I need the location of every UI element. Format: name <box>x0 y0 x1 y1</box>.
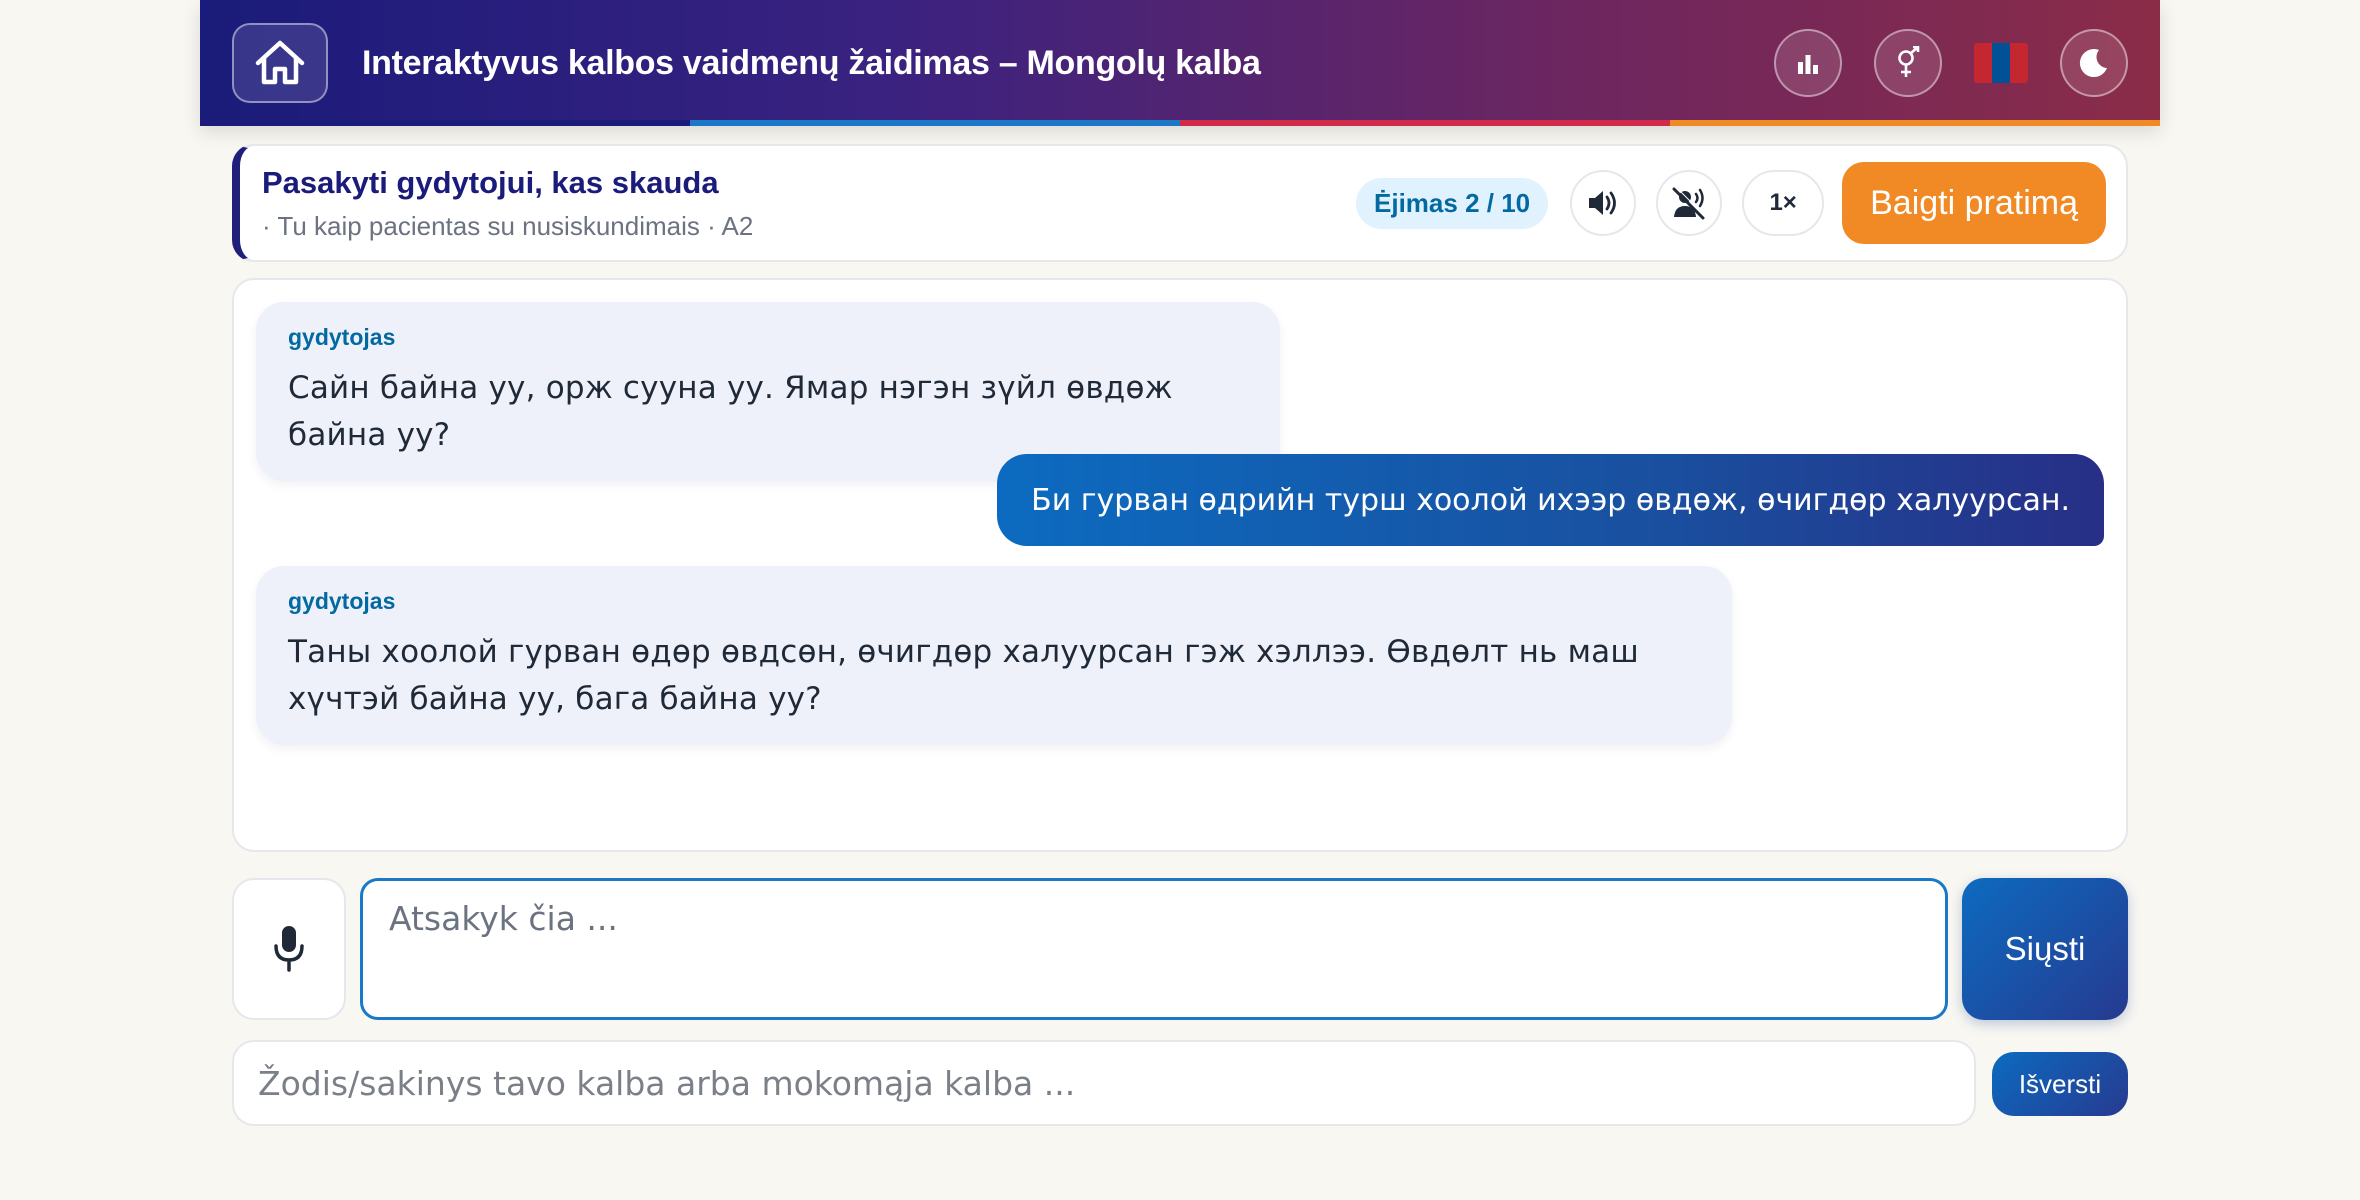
page-title: Interaktyvus kalbos vaidmenų žaidimas – … <box>362 43 1261 82</box>
chat-panel: gydytojas Сайн байна уу, орж сууна уу. Я… <box>232 278 2128 852</box>
stats-button[interactable] <box>1774 29 1842 97</box>
message-text: Таны хоолой гурван өдөр өвдсөн, өчигдөр … <box>288 634 1639 717</box>
user-message: Би гурван өдрийн турш хоолой ихээр өвдөж… <box>997 454 2104 546</box>
app-root: Interaktyvus kalbos vaidmenų žaidimas – … <box>200 0 2160 1126</box>
moon-icon <box>2079 49 2107 78</box>
answer-input[interactable] <box>360 878 1948 1020</box>
microphone-icon <box>274 926 304 972</box>
voice-off-button[interactable] <box>1656 170 1723 236</box>
finish-exercise-button[interactable]: Baigti pratimą <box>1842 162 2106 244</box>
gender-button[interactable] <box>1874 29 1942 97</box>
speaker-label: gydytojas <box>288 588 396 614</box>
home-button[interactable] <box>232 23 328 103</box>
voice-off-icon <box>1672 186 1706 220</box>
task-subtitle: · Tu kaip pacientas su nusiskundimais · … <box>262 210 754 241</box>
speaker-icon <box>1589 191 1617 215</box>
speaker-label: gydytojas <box>288 324 396 350</box>
header-actions <box>1774 29 2128 97</box>
send-button[interactable]: Siųsti <box>1962 878 2128 1020</box>
top-header: Interaktyvus kalbos vaidmenų žaidimas – … <box>200 0 2160 126</box>
header-stripe <box>200 120 2160 126</box>
audio-button[interactable] <box>1570 170 1637 236</box>
translate-input[interactable] <box>232 1040 1976 1126</box>
step-badge: Ėjimas 2 / 10 <box>1356 177 1549 229</box>
task-info: Pasakyti gydytojui, kas skauda · Tu kaip… <box>262 165 1356 242</box>
home-icon <box>255 40 305 85</box>
task-panel: Pasakyti gydytojui, kas skauda · Tu kaip… <box>232 144 2128 262</box>
message-text: Сайн байна уу, орж сууна уу. Ямар нэгэн … <box>288 370 1173 453</box>
task-title: Pasakyti gydytojui, kas skauda <box>262 164 719 200</box>
bot-message: gydytojas Таны хоолой гурван өдөр өвдсөн… <box>256 566 1732 745</box>
bar-chart-icon <box>1798 55 1818 74</box>
mongolia-flag-icon[interactable] <box>1974 43 2028 83</box>
gender-icon <box>1898 46 1920 77</box>
translate-button[interactable]: Išversti <box>1992 1052 2128 1116</box>
speed-button[interactable]: 1× <box>1742 170 1825 236</box>
theme-toggle-button[interactable] <box>2060 29 2128 97</box>
microphone-button[interactable] <box>232 878 346 1020</box>
